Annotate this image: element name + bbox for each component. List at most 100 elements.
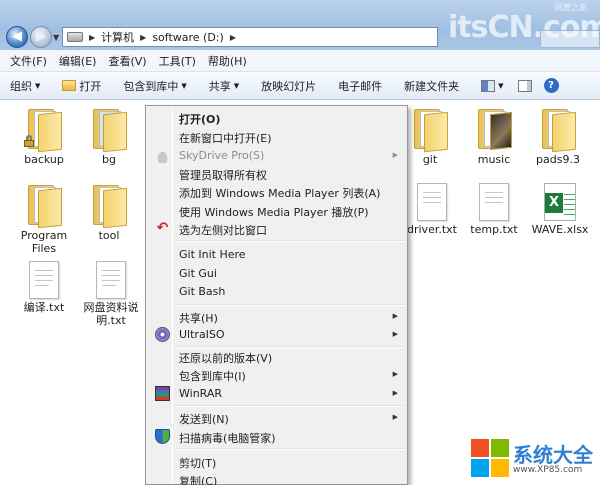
submenu-arrow-icon: ▶ — [392, 330, 398, 338]
drive-icon — [67, 32, 83, 42]
context-menu: 打开(O) 在新窗口中打开(E) SkyDrive Pro(S) ▶ 管理员取得所… — [145, 105, 408, 485]
history-dropdown-icon[interactable]: ▼ — [53, 33, 59, 42]
file-item[interactable]: 编译.txt — [16, 261, 72, 314]
menu-item-include-library[interactable]: 包含到库中(I) ▶ — [148, 365, 406, 384]
file-item[interactable]: git — [402, 107, 458, 166]
help-icon: ? — [543, 78, 559, 93]
file-item[interactable]: X WAVE.xlsx — [530, 183, 590, 236]
excel-file-icon: X — [544, 183, 576, 221]
breadcrumb-drive[interactable]: software (D:) — [152, 31, 224, 44]
menu-item-git-gui[interactable]: Git Gui — [148, 264, 406, 283]
folder-icon — [24, 107, 64, 153]
menu-item-share[interactable]: 共享(H) ▶ — [148, 307, 406, 326]
folder-icon — [62, 80, 77, 91]
file-item[interactable]: backup — [16, 107, 72, 166]
breadcrumb-separator-icon[interactable]: ▶ — [140, 33, 146, 42]
logo-title: 系统大全 — [513, 443, 593, 467]
menu-item-play-with-wmp[interactable]: 使用 Windows Media Player 播放(P) — [148, 201, 406, 220]
menu-item-scan-virus[interactable]: 扫描病毒(电脑管家) — [148, 427, 406, 446]
site-watermark-caption: 网管之家 — [555, 3, 587, 12]
back-arrow-icon: ◀ — [12, 29, 22, 44]
folder-icon — [89, 183, 129, 229]
submenu-arrow-icon: ▶ — [392, 370, 398, 378]
preview-pane-button[interactable] — [517, 79, 532, 92]
menu-item-add-to-wmp-list[interactable]: 添加到 Windows Media Player 列表(A) — [148, 182, 406, 201]
file-item[interactable]: bg — [81, 107, 137, 166]
email-button[interactable]: 电子邮件 — [338, 78, 382, 94]
text-file-icon — [29, 261, 59, 299]
file-name: backup — [24, 153, 64, 166]
breadcrumb-separator-icon[interactable]: ▶ — [230, 33, 236, 42]
menu-item-open[interactable]: 打开(O) — [148, 108, 406, 127]
submenu-arrow-icon: ▶ — [392, 389, 398, 397]
file-name: temp.txt — [470, 223, 518, 236]
slideshow-button[interactable]: 放映幻灯片 — [261, 78, 316, 94]
menu-item-winrar[interactable]: WinRAR ▶ — [148, 384, 406, 403]
folder-icon — [410, 107, 450, 153]
file-name: 网盘资料说明.txt — [83, 301, 139, 327]
file-item[interactable]: pads9.3 — [530, 107, 586, 166]
text-file-icon — [479, 183, 509, 221]
menu-view[interactable]: 查看(V) — [108, 53, 146, 69]
cloud-icon — [155, 148, 170, 163]
file-name: WAVE.xlsx — [531, 223, 589, 236]
file-name: pads9.3 — [536, 153, 580, 166]
breadcrumb-computer[interactable]: 计算机 — [101, 29, 134, 45]
title-bar: ◀ ▶ ▼ ▶ 计算机 ▶ software (D:) ▶ itsCN.com … — [0, 0, 600, 50]
menu-edit[interactable]: 编辑(E) — [59, 53, 97, 69]
logo-url: www.XP85.com — [513, 465, 583, 475]
chevron-down-icon: ▼ — [498, 81, 504, 90]
menu-separator — [176, 448, 404, 450]
menu-item-git-init[interactable]: Git Init Here — [148, 245, 406, 264]
folder-icon — [538, 107, 578, 153]
address-bar[interactable]: ▶ 计算机 ▶ software (D:) ▶ — [62, 27, 438, 47]
menu-item-restore-previous[interactable]: 还原以前的版本(V) — [148, 347, 406, 366]
menu-tools[interactable]: 工具(T) — [159, 53, 196, 69]
menu-separator — [176, 405, 404, 407]
submenu-arrow-icon: ▶ — [392, 151, 398, 159]
preview-pane-icon — [517, 79, 532, 92]
chevron-down-icon: ▼ — [35, 81, 41, 90]
menu-item-cut[interactable]: 剪切(T) — [148, 452, 406, 471]
menu-item-select-left-compare[interactable]: ↶ 选为左侧对比窗口 — [148, 219, 406, 238]
menu-item-send-to[interactable]: 发送到(N) ▶ — [148, 408, 406, 427]
help-button[interactable]: ? — [543, 78, 559, 93]
file-item[interactable]: driver.txt — [404, 183, 460, 236]
back-button[interactable]: ◀ — [6, 26, 28, 48]
file-item[interactable]: 网盘资料说明.txt — [81, 261, 141, 327]
menu-item-take-ownership[interactable]: 管理员取得所有权 — [148, 164, 406, 183]
windows-logo-icon — [471, 439, 509, 477]
menu-help[interactable]: 帮助(H) — [208, 53, 247, 69]
command-bar: 组织 ▼ 打开 包含到库中 ▼ 共享 ▼ 放映幻灯片 电子邮件 新建文件夹 ▼ ? — [0, 72, 600, 100]
organize-button[interactable]: 组织 ▼ — [10, 78, 40, 94]
menu-separator — [176, 240, 404, 242]
open-button[interactable]: 打开 — [62, 78, 101, 94]
file-item[interactable]: music — [466, 107, 522, 166]
menu-item-open-new-window[interactable]: 在新窗口中打开(E) — [148, 127, 406, 146]
forward-button[interactable]: ▶ — [30, 26, 52, 48]
chevron-down-icon: ▼ — [181, 81, 187, 90]
site-logo: 系统大全 www.XP85.com — [465, 437, 600, 485]
menu-file[interactable]: 文件(F) — [10, 53, 47, 69]
winrar-icon — [155, 386, 170, 401]
menu-item-git-bash[interactable]: Git Bash — [148, 282, 406, 301]
new-folder-button[interactable]: 新建文件夹 — [404, 78, 459, 94]
folder-icon — [474, 107, 514, 151]
search-box[interactable] — [540, 30, 600, 48]
menu-bar: 文件(F) 编辑(E) 查看(V) 工具(T) 帮助(H) — [0, 50, 600, 72]
menu-item-copy[interactable]: 复制(C) — [148, 470, 406, 485]
include-in-library-button[interactable]: 包含到库中 ▼ — [123, 78, 186, 94]
menu-separator — [176, 304, 404, 306]
share-button[interactable]: 共享 ▼ — [209, 78, 239, 94]
file-name: tool — [98, 229, 120, 242]
file-name: bg — [102, 153, 116, 166]
submenu-arrow-icon: ▶ — [392, 413, 398, 421]
menu-item-ultraiso[interactable]: UltraISO ▶ — [148, 325, 406, 344]
file-item[interactable]: tool — [81, 183, 137, 242]
menu-item-skydrive-pro[interactable]: SkyDrive Pro(S) ▶ — [148, 146, 406, 165]
file-item[interactable]: temp.txt — [466, 183, 522, 236]
view-options-button[interactable]: ▼ — [481, 79, 504, 92]
breadcrumb-separator-icon[interactable]: ▶ — [89, 33, 95, 42]
chevron-down-icon: ▼ — [233, 81, 240, 90]
file-item[interactable]: Program Files — [16, 183, 72, 255]
